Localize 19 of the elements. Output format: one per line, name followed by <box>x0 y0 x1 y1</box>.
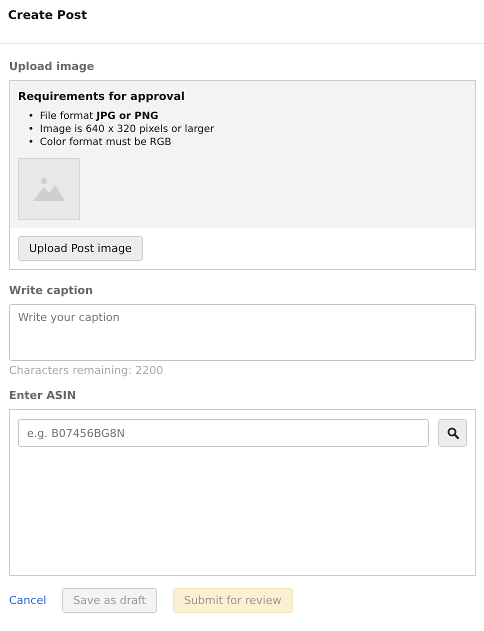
search-button[interactable] <box>438 419 467 447</box>
cancel-link[interactable]: Cancel <box>9 594 46 607</box>
bullet-mark: • <box>28 110 34 123</box>
requirement-item: Color format must be RGB <box>40 136 172 149</box>
page-title: Create Post <box>8 8 88 22</box>
section-label: Enter ASIN <box>9 389 78 402</box>
search-icon <box>446 427 458 439</box>
bullet-mark: • <box>28 123 34 136</box>
requirement-item: File format JPG or PNG <box>40 110 158 123</box>
upload-button[interactable]: Upload Post image <box>18 236 143 261</box>
caption-field[interactable]: Write your caption <box>9 304 476 361</box>
bullet-mark: • <box>28 136 34 149</box>
requirement-item: Image is 640 x 320 pixels or larger <box>40 123 214 136</box>
section-label: Write caption <box>9 284 94 297</box>
image-icon <box>33 177 65 201</box>
asin-field[interactable]: e.g. B07456BG8N <box>18 419 429 447</box>
section-label: Upload image <box>9 60 96 73</box>
characters-remaining: Characters remaining: 2200 <box>9 364 164 377</box>
requirements-title: Requirements for approval <box>18 90 186 103</box>
